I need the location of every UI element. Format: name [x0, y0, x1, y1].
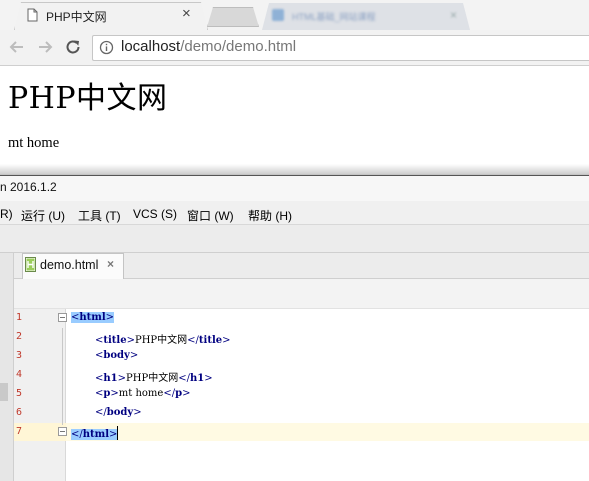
- document-icon: [27, 8, 38, 22]
- line-number: 2: [16, 331, 23, 342]
- line-number: 3: [16, 350, 23, 361]
- code-text: mt home: [118, 388, 164, 399]
- tool-window-strip: [0, 253, 14, 481]
- code-tag: body: [106, 407, 134, 418]
- code-line-5: <p>mt home</p>: [95, 388, 191, 399]
- code-tag: title: [198, 335, 223, 346]
- tool-window-tab[interactable]: [0, 383, 8, 401]
- ide-title: n 2016.1.2: [0, 180, 57, 194]
- code-line-7: </html>: [71, 426, 119, 440]
- fold-marker-icon[interactable]: [58, 427, 67, 436]
- code-line-3: <body>: [95, 350, 139, 361]
- line-number: 4: [16, 369, 23, 380]
- reload-icon[interactable]: [63, 37, 83, 57]
- background-tab-favicon-icon: [272, 9, 284, 21]
- breadcrumb-bar: [14, 279, 589, 309]
- background-tab-title: HTML基础_网站课程: [292, 12, 376, 22]
- fold-marker-icon[interactable]: [58, 313, 67, 322]
- code-tag: h1: [103, 373, 118, 384]
- info-icon[interactable]: [99, 40, 114, 55]
- active-tab[interactable]: [15, 3, 207, 30]
- background-tab-close-icon[interactable]: ×: [450, 8, 457, 22]
- code-line-1: <html>: [71, 312, 115, 323]
- code-tag: html: [82, 429, 110, 440]
- ide-title-bar: [0, 175, 589, 201]
- new-tab-button[interactable]: [207, 7, 259, 27]
- text-cursor: [117, 426, 119, 440]
- line-number: 7: [16, 426, 23, 437]
- editor-tab-label: demo.html: [40, 258, 99, 272]
- code-line-2: <title>PHP中文网</title>: [95, 335, 231, 346]
- url-host: localhost: [121, 38, 181, 55]
- forward-arrow-icon[interactable]: [35, 37, 55, 57]
- url-path: /demo/demo.html: [180, 38, 297, 55]
- tab-close-icon[interactable]: ×: [182, 6, 191, 21]
- ide-toolbar: [0, 225, 589, 253]
- code-text: PHP中文网: [134, 335, 188, 346]
- menu-item-tools[interactable]: 工具 (T): [78, 207, 121, 224]
- menu-item-partial[interactable]: R): [0, 207, 13, 221]
- url-text[interactable]: localhost/demo/demo.html: [121, 38, 296, 55]
- code-tag: h1: [189, 373, 205, 384]
- fold-guide: [62, 328, 63, 425]
- line-number: 6: [16, 407, 23, 418]
- code-tag: title: [103, 335, 127, 346]
- code-tag: html: [79, 312, 106, 323]
- page-paragraph: mt home: [8, 135, 60, 151]
- html-file-icon: [25, 257, 36, 272]
- menu-item-help[interactable]: 帮助 (H): [248, 207, 292, 224]
- active-tab-title: PHP中文网: [46, 10, 107, 24]
- menu-item-vcs[interactable]: VCS (S): [133, 207, 177, 221]
- code-line-6: </body>: [95, 407, 142, 418]
- back-arrow-icon[interactable]: [7, 37, 27, 57]
- code-line-4: <h1>PHP中文网</h1>: [95, 373, 213, 384]
- editor-tab-close-icon[interactable]: ×: [107, 257, 114, 271]
- code-text: PHP中文网: [126, 373, 179, 384]
- menu-item-window[interactable]: 窗口 (W): [187, 207, 234, 224]
- line-number: 1: [16, 312, 23, 323]
- menu-item-run[interactable]: 运行 (U): [21, 207, 65, 224]
- page-heading: PHP中文网: [8, 81, 168, 116]
- line-number: 5: [16, 388, 23, 399]
- code-tag: body: [103, 350, 130, 361]
